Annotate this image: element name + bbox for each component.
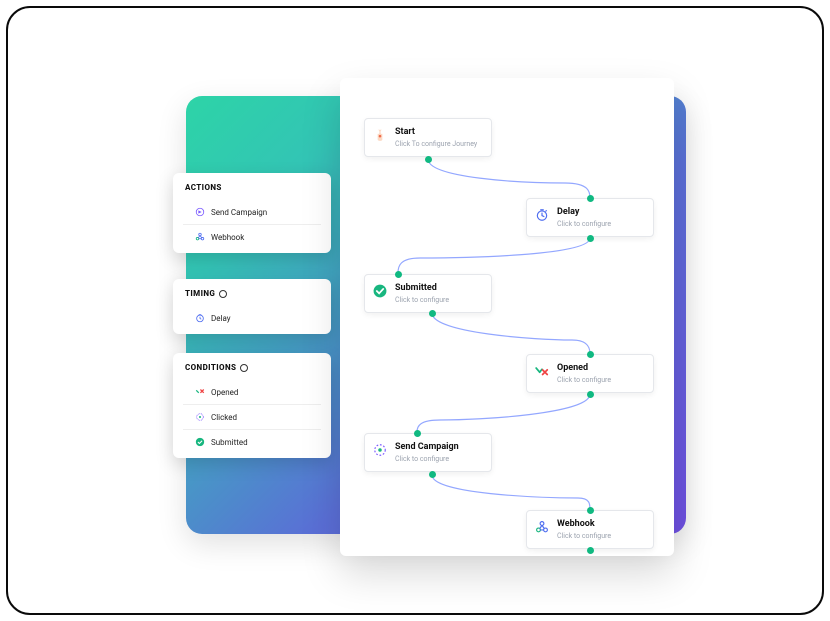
panel-actions: ACTIONS Send Campaign Webhook (173, 173, 331, 253)
port[interactable] (425, 156, 432, 163)
sidebar-item-label: Webhook (211, 233, 244, 242)
panel-actions-title-text: ACTIONS (185, 183, 222, 192)
help-icon[interactable] (240, 364, 248, 372)
node-subtitle: Click to configure (395, 296, 483, 304)
node-title: Opened (557, 363, 645, 374)
sidebar-item-send-campaign[interactable]: Send Campaign (183, 200, 321, 225)
opened-icon (535, 364, 549, 378)
port[interactable] (414, 430, 421, 437)
node-submitted[interactable]: Submitted Click to configure (364, 274, 492, 313)
node-title: Delay (557, 207, 645, 218)
node-subtitle: Click To configure Journey (395, 140, 483, 148)
send-campaign-icon (195, 207, 205, 217)
port[interactable] (395, 271, 402, 278)
port[interactable] (587, 351, 594, 358)
port[interactable] (587, 391, 594, 398)
panel-timing: TIMING Delay (173, 279, 331, 334)
panel-conditions: CONDITIONS Opened Clicked Submitted (173, 353, 331, 458)
submitted-icon (373, 284, 387, 298)
sidebar-item-label: Opened (211, 388, 238, 397)
submitted-icon (195, 437, 205, 447)
webhook-icon (535, 520, 549, 534)
sidebar-item-label: Send Campaign (211, 208, 267, 217)
sidebar-item-label: Submitted (211, 438, 248, 447)
node-subtitle: Click to configure (557, 532, 645, 540)
port[interactable] (587, 195, 594, 202)
node-subtitle: Click to configure (557, 220, 645, 228)
delay-icon (535, 208, 549, 222)
panel-actions-title: ACTIONS (173, 183, 331, 200)
node-title: Send Campaign (395, 442, 483, 453)
sidebar-item-clicked[interactable]: Clicked (183, 405, 321, 430)
webhook-icon (195, 232, 205, 242)
panel-timing-title-text: TIMING (185, 289, 215, 298)
sidebar-item-webhook[interactable]: Webhook (183, 225, 321, 249)
sidebar-item-delay[interactable]: Delay (183, 306, 321, 330)
port[interactable] (587, 547, 594, 554)
panel-timing-title: TIMING (173, 289, 331, 306)
node-title: Start (395, 127, 483, 138)
clicked-icon (195, 412, 205, 422)
node-webhook[interactable]: Webhook Click to configure (526, 510, 654, 549)
node-start[interactable]: Start Click To configure Journey (364, 118, 492, 157)
port[interactable] (429, 471, 436, 478)
node-subtitle: Click to configure (557, 376, 645, 384)
port[interactable] (587, 235, 594, 242)
panel-conditions-title-text: CONDITIONS (185, 363, 236, 372)
app-frame: ACTIONS Send Campaign Webhook TIMING Del… (6, 6, 824, 615)
opened-icon (195, 387, 205, 397)
sidebar-item-submitted[interactable]: Submitted (183, 430, 321, 454)
node-opened[interactable]: Opened Click to configure (526, 354, 654, 393)
journey-canvas[interactable]: Start Click To configure Journey Delay C… (340, 78, 674, 556)
node-title: Submitted (395, 283, 483, 294)
node-delay[interactable]: Delay Click to configure (526, 198, 654, 237)
node-title: Webhook (557, 519, 645, 530)
sidebar-item-label: Delay (211, 314, 231, 323)
panel-conditions-title: CONDITIONS (173, 363, 331, 380)
start-icon (373, 128, 387, 142)
delay-icon (195, 313, 205, 323)
sidebar-item-opened[interactable]: Opened (183, 380, 321, 405)
port[interactable] (587, 507, 594, 514)
sidebar-item-label: Clicked (211, 413, 237, 422)
help-icon[interactable] (219, 290, 227, 298)
port[interactable] (429, 310, 436, 317)
node-subtitle: Click to configure (395, 455, 483, 463)
node-send-campaign[interactable]: Send Campaign Click to configure (364, 433, 492, 472)
send-campaign-icon (373, 443, 387, 457)
